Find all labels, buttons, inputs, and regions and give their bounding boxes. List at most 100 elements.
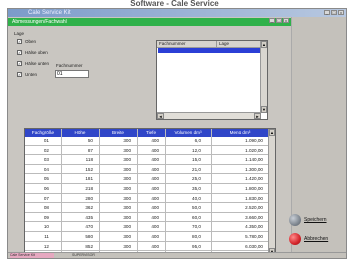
table-cell: 300 (123, 186, 131, 191)
list-header-lage[interactable]: Lage (217, 41, 261, 48)
fach-listbox[interactable]: Fachnummer Lage ▲ ▼ ◄ ► (156, 40, 268, 120)
table-cell: 300 (123, 195, 131, 201)
column-header-hoehe[interactable]: Höhe (61, 129, 99, 137)
table-cell: 07 (43, 195, 49, 201)
table-cell: 03 (43, 157, 49, 163)
table-cell: 50 (87, 138, 93, 143)
maximize-button[interactable]: □ (331, 10, 337, 15)
fachnummer-input[interactable]: 01 (55, 70, 89, 78)
section-label: Lage (14, 31, 25, 36)
list-horizontal-scrollbar[interactable]: ◄ ► (157, 112, 261, 119)
table-row[interactable]: 09 435 300 400 60,0 3.660,00 (25, 214, 269, 223)
list-scroll-up-button[interactable]: ▲ (261, 41, 267, 48)
app-window: Cale Service Kit _ □ x Abmessungen/Fachw… (7, 8, 347, 259)
close-button[interactable]: x (338, 10, 344, 15)
table-row[interactable]: 12 852 300 400 95,0 6.030,00 (25, 243, 269, 252)
table-cell: 300 (123, 243, 131, 249)
table-cell: 80,0 (192, 234, 201, 239)
checkbox-unten-label: Unten (25, 72, 38, 77)
table-cell: 12,0 (192, 147, 201, 153)
column-header-fachgroesse[interactable]: Fachgröße (25, 129, 61, 137)
table-cell: 300 (123, 147, 131, 153)
form-title: Abmessungen/Fachwahl (12, 19, 67, 25)
table-row[interactable]: 08 362 300 400 50,0 2.520,00 (25, 204, 269, 213)
table-cell: 300 (123, 214, 131, 220)
column-header-tiefe[interactable]: Tiefe (137, 129, 165, 137)
table-cell: 09 (43, 214, 49, 220)
table-cell: 1.090,00 (245, 138, 263, 143)
save-icon (289, 214, 301, 226)
table-cell: 400 (151, 147, 159, 153)
table-cell: 470 (85, 224, 93, 230)
table-cell: 400 (151, 195, 159, 201)
table-cell: 25,0 (192, 176, 201, 182)
table-row[interactable]: 11 580 300 400 80,0 5.780,00 (25, 233, 269, 242)
table-cell: 2.520,00 (245, 205, 263, 211)
table-cell: 10 (43, 224, 49, 230)
table-cell: 280 (85, 195, 93, 201)
list-scroll-left-button[interactable]: ◄ (157, 113, 164, 119)
table-cell: 3.660,00 (245, 214, 263, 220)
table-cell: 300 (123, 157, 131, 163)
table-cell: 400 (151, 205, 159, 211)
table-row[interactable]: 10 470 300 400 70,0 4.350,00 (25, 223, 269, 233)
form-maximize-button[interactable]: □ (276, 18, 282, 23)
column-header-breite[interactable]: Breite (99, 129, 137, 137)
table-row[interactable]: 06 218 300 400 35,0 1.800,00 (25, 185, 269, 194)
table-cell: 300 (123, 205, 131, 211)
column-header-volumen[interactable]: Volumen dm³ (165, 129, 211, 137)
list-scroll-down-button[interactable]: ▼ (261, 106, 267, 113)
save-button[interactable]: Speichern (289, 214, 327, 226)
column-header-menue[interactable]: Menü dm³ (211, 129, 269, 137)
table-cell: 300 (123, 224, 131, 230)
table-cell: 400 (151, 214, 159, 220)
checkbox-haelse-oben[interactable]: ✓ (17, 50, 22, 55)
form-close-button[interactable]: x (283, 18, 289, 23)
checkbox-unten[interactable]: ✓ (17, 72, 22, 77)
cancel-button[interactable]: Abbrechen (289, 233, 328, 245)
table-row[interactable]: 07 280 300 400 40,0 1.830,00 (25, 195, 269, 204)
table-cell: 218 (85, 186, 93, 191)
table-cell: 95,0 (192, 243, 201, 249)
table-cell: 4.350,00 (245, 224, 263, 230)
table-cell: 1.020,00 (245, 147, 263, 153)
table-cell: 580 (85, 234, 93, 239)
table-row[interactable]: 02 87 300 400 12,0 1.020,00 (25, 147, 269, 156)
table-cell: 11 (44, 234, 49, 239)
table-cell: 852 (85, 243, 93, 249)
table-cell: 1.830,00 (245, 195, 263, 201)
table-cell: 300 (123, 234, 131, 239)
table-cell: 1.800,00 (245, 186, 263, 191)
list-vertical-scrollbar[interactable]: ▲ ▼ (260, 41, 267, 113)
table-scroll-up-button[interactable]: ▲ (269, 129, 275, 136)
table-cell: 1.300,00 (245, 166, 263, 172)
minimize-button[interactable]: _ (324, 10, 330, 15)
table-cell: 400 (151, 224, 159, 230)
table-cell: 362 (85, 205, 93, 211)
fach-table[interactable]: Fachgröße Höhe Breite Tiefe Volumen dm³ … (24, 128, 276, 256)
list-selected-row[interactable] (158, 48, 261, 53)
table-row[interactable]: 04 152 300 400 21,0 1.300,00 (25, 166, 269, 175)
table-cell: 400 (151, 186, 159, 191)
table-cell: 5.780,00 (245, 234, 263, 239)
table-cell: 1.140,00 (245, 157, 263, 163)
table-vertical-scrollbar[interactable]: ▲ ▼ (268, 129, 275, 255)
table-row[interactable]: 01 50 300 400 6,0 1.090,00 (25, 137, 269, 146)
cancel-icon (289, 233, 301, 245)
checkbox-oben[interactable]: ✓ (17, 39, 22, 44)
form-title-bar: Abmessungen/Fachwahl (8, 18, 293, 26)
cancel-button-label: Abbrechen (304, 236, 329, 242)
list-scroll-right-button[interactable]: ► (254, 113, 261, 119)
table-cell: 60,0 (192, 214, 201, 220)
status-bar: Cale Service Kit SUPERVISOR (8, 252, 346, 258)
window-title: Cale Service Kit (28, 10, 71, 16)
table-cell: 08 (43, 205, 49, 211)
title-bar: Cale Service Kit _ □ x (8, 9, 346, 17)
table-cell: 400 (151, 157, 159, 163)
table-row[interactable]: 03 118 300 400 15,0 1.140,00 (25, 156, 269, 165)
list-header-fachnummer[interactable]: Fachnummer (157, 41, 217, 48)
table-row[interactable]: 05 181 300 400 25,0 1.420,00 (25, 175, 269, 185)
form-minimize-button[interactable]: _ (269, 18, 275, 23)
table-cell: 400 (151, 176, 159, 182)
checkbox-haelse-unten[interactable]: ✓ (17, 61, 22, 66)
